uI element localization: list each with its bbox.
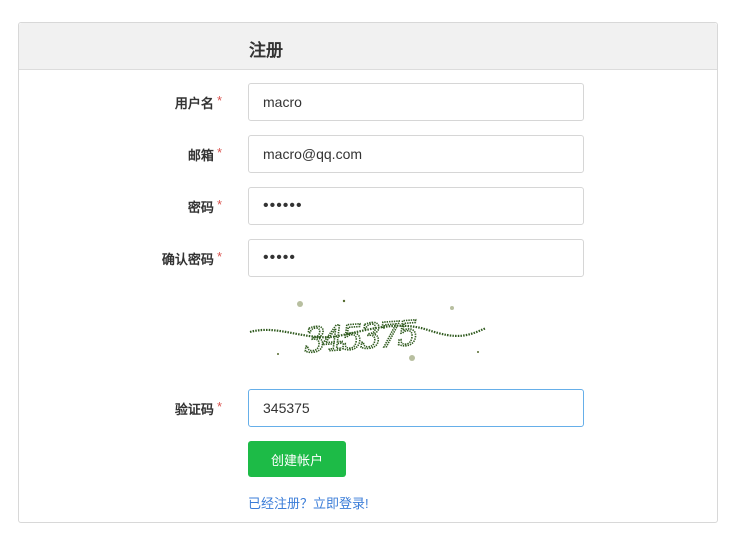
page-title: 注册 xyxy=(249,41,283,60)
captcha-input[interactable] xyxy=(248,389,584,427)
required-mark: * xyxy=(216,249,222,264)
panel-header: 注册 xyxy=(19,23,717,70)
email-input[interactable] xyxy=(248,135,584,173)
password-row: 密码 * xyxy=(19,187,717,225)
login-link[interactable]: 已经注册？立即登录! xyxy=(248,493,369,512)
captcha-label: 验证码 * xyxy=(174,399,222,417)
password-input[interactable] xyxy=(248,187,584,225)
create-account-button[interactable]: 创建帐户 xyxy=(248,441,346,477)
required-mark: * xyxy=(216,93,222,108)
required-mark: * xyxy=(216,197,222,212)
password-label: 密码 * xyxy=(187,197,222,215)
register-panel: 注册 用户名* 邮箱* 密码* 确认密码* 345375 验证码* 创建帐户 已… xyxy=(18,22,718,523)
email-row: 邮箱 * xyxy=(19,135,717,173)
required-mark: * xyxy=(216,399,222,414)
confirm-password-input[interactable] xyxy=(248,239,584,277)
confirm-password-label: 确认密码 * xyxy=(161,249,222,267)
captcha-row: 验证码 * xyxy=(19,389,717,427)
username-input[interactable] xyxy=(248,83,584,121)
email-label: 邮箱 * xyxy=(187,145,222,163)
confirm-password-row: 确认密码 * xyxy=(19,239,717,277)
captcha-text: 345375 xyxy=(303,314,419,362)
username-row: 用户名 * xyxy=(19,83,717,121)
required-mark: * xyxy=(216,145,222,160)
captcha-image[interactable]: 345375 xyxy=(248,296,488,366)
username-label: 用户名 * xyxy=(174,93,222,111)
